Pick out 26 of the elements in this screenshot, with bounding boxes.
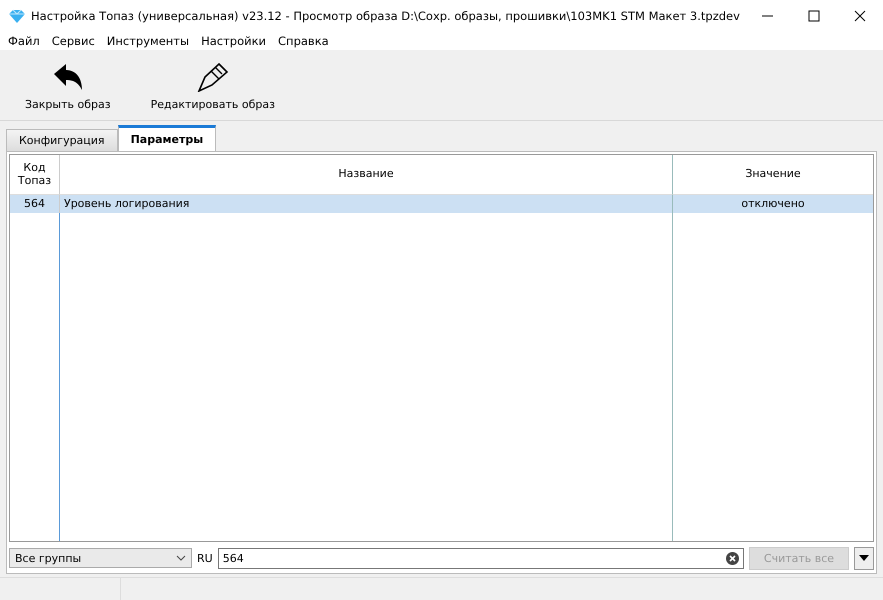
table-cell: 564 xyxy=(10,195,60,213)
maximize-icon[interactable] xyxy=(808,10,820,22)
toolbar-button[interactable]: Закрыть образ xyxy=(25,64,111,120)
tab[interactable]: Конфигурация xyxy=(6,129,118,151)
window-title: Настройка Топаз (универсальная) v23.12 - Просмотр образа D:\Сохр. образы, прошивки\103MK1 STM Макет 3.tpzdev xyxy=(31,9,740,23)
toolbar-button[interactable]: Редактировать образ xyxy=(150,62,275,120)
dropdown-button[interactable] xyxy=(854,546,874,570)
search-field[interactable]: 564 xyxy=(218,548,744,568)
language-label: RU xyxy=(197,552,213,564)
menu-item[interactable]: Настройки xyxy=(201,34,266,48)
close-icon[interactable] xyxy=(854,10,866,22)
menu-item[interactable]: Файл xyxy=(8,34,40,48)
table-row[interactable]: 564 Уровень логирования отключено xyxy=(10,195,873,213)
caret-icon xyxy=(859,555,869,561)
table-cell-text: отключено xyxy=(740,196,806,212)
diamond-icon xyxy=(9,9,25,23)
clear-icon[interactable] xyxy=(726,552,739,564)
group-dropdown[interactable]: Все группы xyxy=(9,548,192,568)
menu-item[interactable]: Сервис xyxy=(52,34,95,48)
menu-item[interactable]: Инструменты xyxy=(106,34,190,48)
table-cell: Уровень логирования xyxy=(60,195,673,213)
chevron-down-icon xyxy=(176,555,186,561)
tab[interactable]: Параметры xyxy=(118,125,216,151)
back-arrow-icon xyxy=(52,64,84,92)
menu-item[interactable]: Справка xyxy=(278,34,329,48)
pen-icon xyxy=(196,62,229,92)
